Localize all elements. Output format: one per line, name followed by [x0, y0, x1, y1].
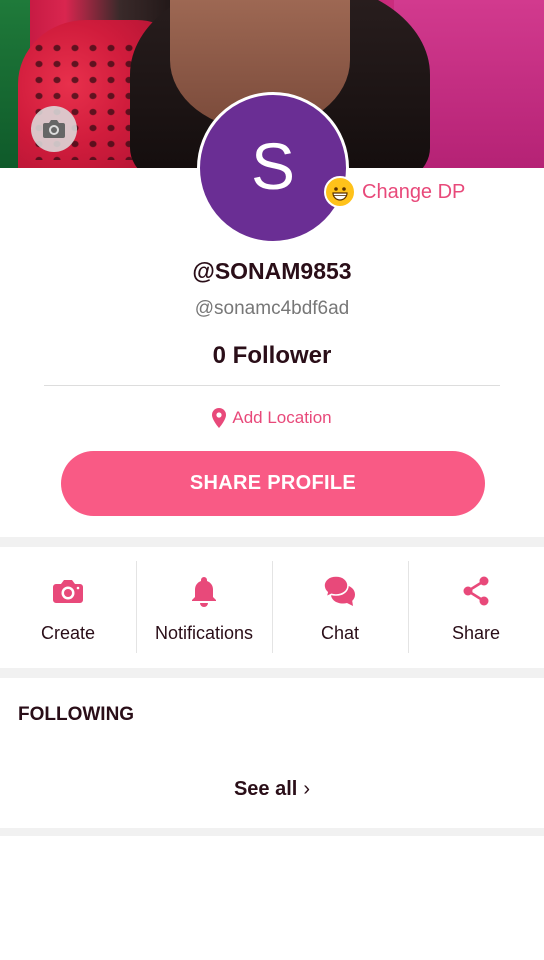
section-separator: [0, 668, 544, 678]
change-dp-label: Change DP: [362, 180, 466, 203]
add-location-button[interactable]: Add Location: [0, 408, 544, 428]
share-icon: [463, 576, 489, 606]
action-bar: Create Notifications Chat Share: [0, 547, 544, 668]
follower-count[interactable]: 0 Follower: [0, 342, 544, 370]
following-section: FOLLOWING See all ›: [0, 678, 544, 828]
profile-handle: @sonamc4bdf6ad: [194, 298, 350, 319]
profile-username: @SONAM9853: [192, 258, 352, 284]
divider: [44, 385, 500, 386]
create-button[interactable]: Create: [0, 547, 136, 668]
notifications-label: Notifications: [154, 623, 254, 643]
bell-icon: [192, 577, 216, 607]
change-cover-button[interactable]: [31, 106, 77, 152]
avatar-initial: S: [250, 129, 296, 203]
chat-bubbles-icon: [323, 575, 355, 606]
chat-button[interactable]: Chat: [272, 547, 408, 668]
share-button[interactable]: Share: [408, 547, 544, 668]
chevron-right-icon: ›: [303, 778, 311, 800]
following-title: FOLLOWING: [18, 704, 135, 725]
notifications-button[interactable]: Notifications: [136, 547, 272, 668]
grinning-emoji-icon: [324, 176, 356, 208]
camera-icon: [53, 580, 83, 603]
section-separator: [0, 828, 544, 836]
see-all-link[interactable]: See all ›: [0, 778, 544, 801]
change-dp-button[interactable]: Change DP: [324, 176, 465, 208]
section-separator: [0, 537, 544, 547]
chat-label: Chat: [320, 623, 360, 643]
add-location-label: Add Location: [232, 408, 332, 427]
share-profile-button[interactable]: SHARE PROFILE: [61, 451, 485, 516]
location-pin-icon: [212, 408, 227, 428]
see-all-label: See all: [233, 778, 298, 800]
profile-avatar[interactable]: S: [197, 92, 349, 244]
share-label: Share: [451, 623, 501, 643]
camera-icon: [43, 120, 65, 138]
create-label: Create: [40, 623, 96, 643]
